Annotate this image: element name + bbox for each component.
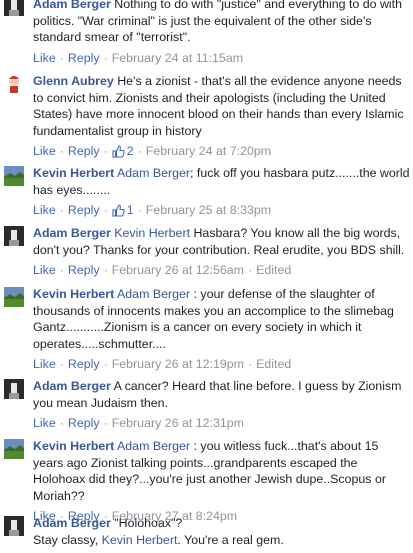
avatar[interactable] (4, 379, 24, 399)
comment-text: Glenn Aubrey He's a zionist - that's all… (33, 74, 404, 138)
comment-text: Kevin Herbert Adam Berger : your defense… (33, 287, 394, 351)
comment-text: Adam Berger Nothing to do with "justice"… (33, 0, 411, 46)
comment-author[interactable]: Adam Berger (33, 379, 111, 393)
avatar[interactable] (4, 0, 24, 16)
comment-author[interactable]: Kevin Herbert (33, 287, 114, 301)
comment-actions: Like · Reply · February 26 at 12:56am · Edited (33, 263, 292, 278)
avatar[interactable] (4, 226, 24, 246)
like-link[interactable]: Like (33, 263, 56, 277)
comment-text: Adam Berger Kevin Herbert Hasbara? You k… (33, 226, 405, 257)
timestamp[interactable]: February 26 at 12:56am (112, 263, 244, 277)
mention[interactable]: Adam Berger (117, 439, 190, 453)
comment-text: Kevin Herbert Adam Berger; fuck off you … (33, 166, 410, 197)
comment-actions: Like · Reply · February 26 at 12:19pm · Edited (33, 357, 292, 372)
comment-author[interactable]: Adam Berger (33, 0, 111, 11)
reply-link[interactable]: Reply (68, 144, 100, 158)
mention[interactable]: Kevin Herbert (114, 226, 190, 240)
timestamp[interactable]: February 26 at 12:19pm (112, 357, 244, 371)
reply-link[interactable]: Reply (68, 203, 100, 217)
timestamp[interactable]: February 25 at 8:33pm (146, 203, 271, 217)
comment-text: Kevin Herbert Adam Berger : you witless … (33, 439, 386, 503)
avatar[interactable] (4, 166, 24, 186)
reply-link[interactable]: Reply (68, 263, 100, 277)
avatar[interactable] (4, 516, 24, 536)
like-count[interactable]: 2 (127, 144, 134, 158)
comment-actions: Like · Reply · 2 · February 24 at 7:20pm (33, 143, 411, 162)
like-link[interactable]: Like (33, 357, 56, 371)
like-link[interactable]: Like (33, 51, 56, 65)
thumbs-up-icon (112, 204, 125, 221)
comment-author[interactable]: Kevin Herbert (33, 166, 114, 180)
mention[interactable]: Adam Berger (117, 166, 190, 180)
like-link[interactable]: Like (33, 144, 56, 158)
mention[interactable]: Adam Berger (117, 287, 190, 301)
comment-actions: Like · Reply · February 24 at 11:15am (33, 50, 244, 65)
thumbs-up-icon (112, 145, 125, 162)
comment-text: Adam Berger A cancer? Heard that line be… (33, 379, 402, 410)
timestamp[interactable]: February 24 at 11:15am (112, 51, 243, 65)
like-link[interactable]: Like (33, 203, 56, 217)
reply-link[interactable]: Reply (68, 416, 100, 430)
comment-author[interactable]: Glenn Aubrey (33, 74, 114, 88)
comment-author[interactable]: Adam Berger (33, 226, 111, 240)
comment-actions: Like · Reply · 1 · February 25 at 8:33pm (33, 202, 411, 221)
avatar[interactable] (4, 287, 24, 307)
reply-link[interactable]: Reply (68, 357, 100, 371)
mention[interactable]: Kevin Herbert (102, 533, 178, 547)
comment-text: Adam Berger "Holohoax"? (33, 516, 183, 530)
comment-author[interactable]: Adam Berger (33, 516, 111, 530)
comment-text-line2: Stay classy, Kevin Herbert. You're a rea… (33, 532, 284, 547)
edited-label[interactable]: Edited (256, 357, 291, 371)
edited-label[interactable]: Edited (256, 263, 291, 277)
like-link[interactable]: Like (33, 416, 56, 430)
avatar[interactable] (4, 73, 24, 93)
timestamp[interactable]: February 24 at 7:20pm (146, 144, 271, 158)
avatar[interactable] (4, 439, 24, 459)
like-count[interactable]: 1 (127, 203, 134, 217)
comment-author[interactable]: Kevin Herbert (33, 439, 114, 453)
timestamp[interactable]: February 26 at 12:31pm (112, 416, 244, 430)
comment-actions: Like · Reply · February 26 at 12:31pm (33, 416, 244, 431)
reply-link[interactable]: Reply (68, 51, 100, 65)
